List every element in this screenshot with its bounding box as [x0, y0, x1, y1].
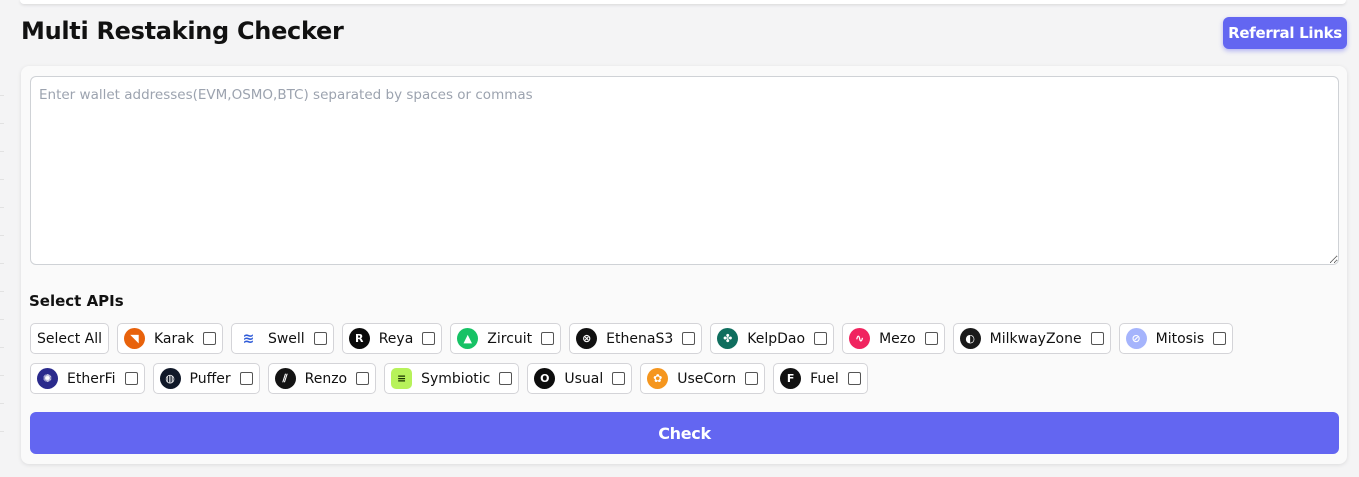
api-option-label: Usual: [564, 370, 604, 387]
milkway-icon: ◐: [959, 328, 981, 349]
api-option-label: Mezo: [879, 330, 916, 347]
api-option-label: KelpDao: [747, 330, 806, 347]
usual-icon: O: [534, 368, 556, 389]
symbiotic-icon: ≡: [391, 368, 413, 389]
api-row-1: Select All ◥ Karak ≋ Swell R Reya ▲ Zircuit ⊗ Eth…: [30, 323, 1234, 354]
kelpdao-icon: ✤: [717, 328, 739, 349]
usecorn-icon: ✿: [647, 368, 669, 389]
api-option-label: Fuel: [810, 370, 839, 387]
api-option-etherfi[interactable]: ✺ EtherFi: [30, 363, 145, 394]
api-option-ethenas3[interactable]: ⊗ EthenaS3: [569, 323, 703, 354]
api-option-checkbox[interactable]: [814, 332, 828, 345]
api-option-checkbox[interactable]: [313, 332, 327, 345]
renzo-icon: ⫽: [274, 368, 296, 389]
select-all-button[interactable]: Select All: [30, 323, 109, 354]
api-option-label: UseCorn: [677, 370, 737, 387]
api-option-label: Karak: [154, 330, 194, 347]
api-option-renzo[interactable]: ⫽ Renzo: [267, 363, 377, 394]
swell-icon: ≋: [237, 328, 259, 349]
etherfi-icon: ✺: [37, 368, 58, 389]
api-option-reya[interactable]: R Reya: [341, 323, 443, 354]
api-option-checkbox[interactable]: [1213, 332, 1227, 345]
mitosis-icon: ⊘: [1125, 328, 1147, 349]
api-option-checkbox[interactable]: [422, 332, 436, 345]
select-all-label: Select All: [37, 330, 102, 347]
api-option-checkbox[interactable]: [356, 372, 370, 385]
api-option-checkbox[interactable]: [499, 372, 513, 385]
api-option-checkbox[interactable]: [239, 372, 253, 385]
api-option-label: Mitosis: [1155, 330, 1205, 347]
api-option-label: Reya: [378, 330, 414, 347]
checker-card: Select APIs Select All ◥ Karak ≋ Swell R Reya…: [21, 66, 1347, 464]
api-option-karak[interactable]: ◥ Karak: [117, 323, 223, 354]
api-option-checkbox[interactable]: [541, 332, 555, 345]
api-option-label: MilkwayZone: [989, 330, 1082, 347]
referral-links-button[interactable]: Referral Links: [1223, 17, 1347, 49]
api-option-zircuit[interactable]: ▲ Zircuit: [450, 323, 562, 354]
api-option-label: EtherFi: [67, 370, 116, 387]
mezo-icon: ∿: [849, 328, 871, 349]
api-option-swell[interactable]: ≋ Swell: [230, 323, 334, 354]
api-option-label: Zircuit: [487, 330, 533, 347]
api-option-mezo[interactable]: ∿ Mezo: [842, 323, 945, 354]
api-option-checkbox[interactable]: [124, 372, 138, 385]
api-option-label: Renzo: [304, 370, 348, 387]
karak-icon: ◥: [124, 328, 145, 349]
api-row-2: ✺ EtherFi ◍ Puffer ⫽ Renzo ≡ Symbiotic O Usual ✿ Us…: [30, 363, 868, 394]
api-option-symbiotic[interactable]: ≡ Symbiotic: [384, 363, 520, 394]
api-option-checkbox[interactable]: [745, 372, 759, 385]
top-bar-edge: [20, 0, 1346, 4]
api-option-milkwayzone[interactable]: ◐ MilkwayZone: [952, 323, 1111, 354]
api-option-checkbox[interactable]: [1090, 332, 1104, 345]
puffer-icon: ◍: [159, 368, 181, 389]
api-option-checkbox[interactable]: [847, 372, 861, 385]
reya-icon: R: [348, 328, 370, 349]
api-option-usual[interactable]: O Usual: [527, 363, 633, 394]
check-button[interactable]: Check: [30, 412, 1339, 454]
api-option-usecorn[interactable]: ✿ UseCorn: [640, 363, 766, 394]
select-apis-label: Select APIs: [29, 292, 124, 310]
api-option-label: Puffer: [189, 370, 231, 387]
api-option-label: Swell: [267, 330, 305, 347]
api-option-label: EthenaS3: [606, 330, 674, 347]
page-edge-decoration: [0, 95, 4, 455]
api-option-checkbox[interactable]: [682, 332, 696, 345]
zircuit-icon: ▲: [457, 328, 479, 349]
api-option-puffer[interactable]: ◍ Puffer: [152, 363, 260, 394]
api-option-checkbox[interactable]: [612, 372, 626, 385]
ethena-icon: ⊗: [576, 328, 598, 349]
api-option-fuel[interactable]: F Fuel: [773, 363, 868, 394]
api-option-mitosis[interactable]: ⊘ Mitosis: [1118, 323, 1234, 354]
fuel-icon: F: [780, 368, 802, 389]
api-option-checkbox[interactable]: [202, 332, 216, 345]
api-option-checkbox[interactable]: [924, 332, 938, 345]
page-title: Multi Restaking Checker: [21, 17, 344, 45]
api-option-kelpdao[interactable]: ✤ KelpDao: [710, 323, 835, 354]
wallet-address-input[interactable]: [30, 76, 1339, 265]
api-option-label: Symbiotic: [421, 370, 491, 387]
